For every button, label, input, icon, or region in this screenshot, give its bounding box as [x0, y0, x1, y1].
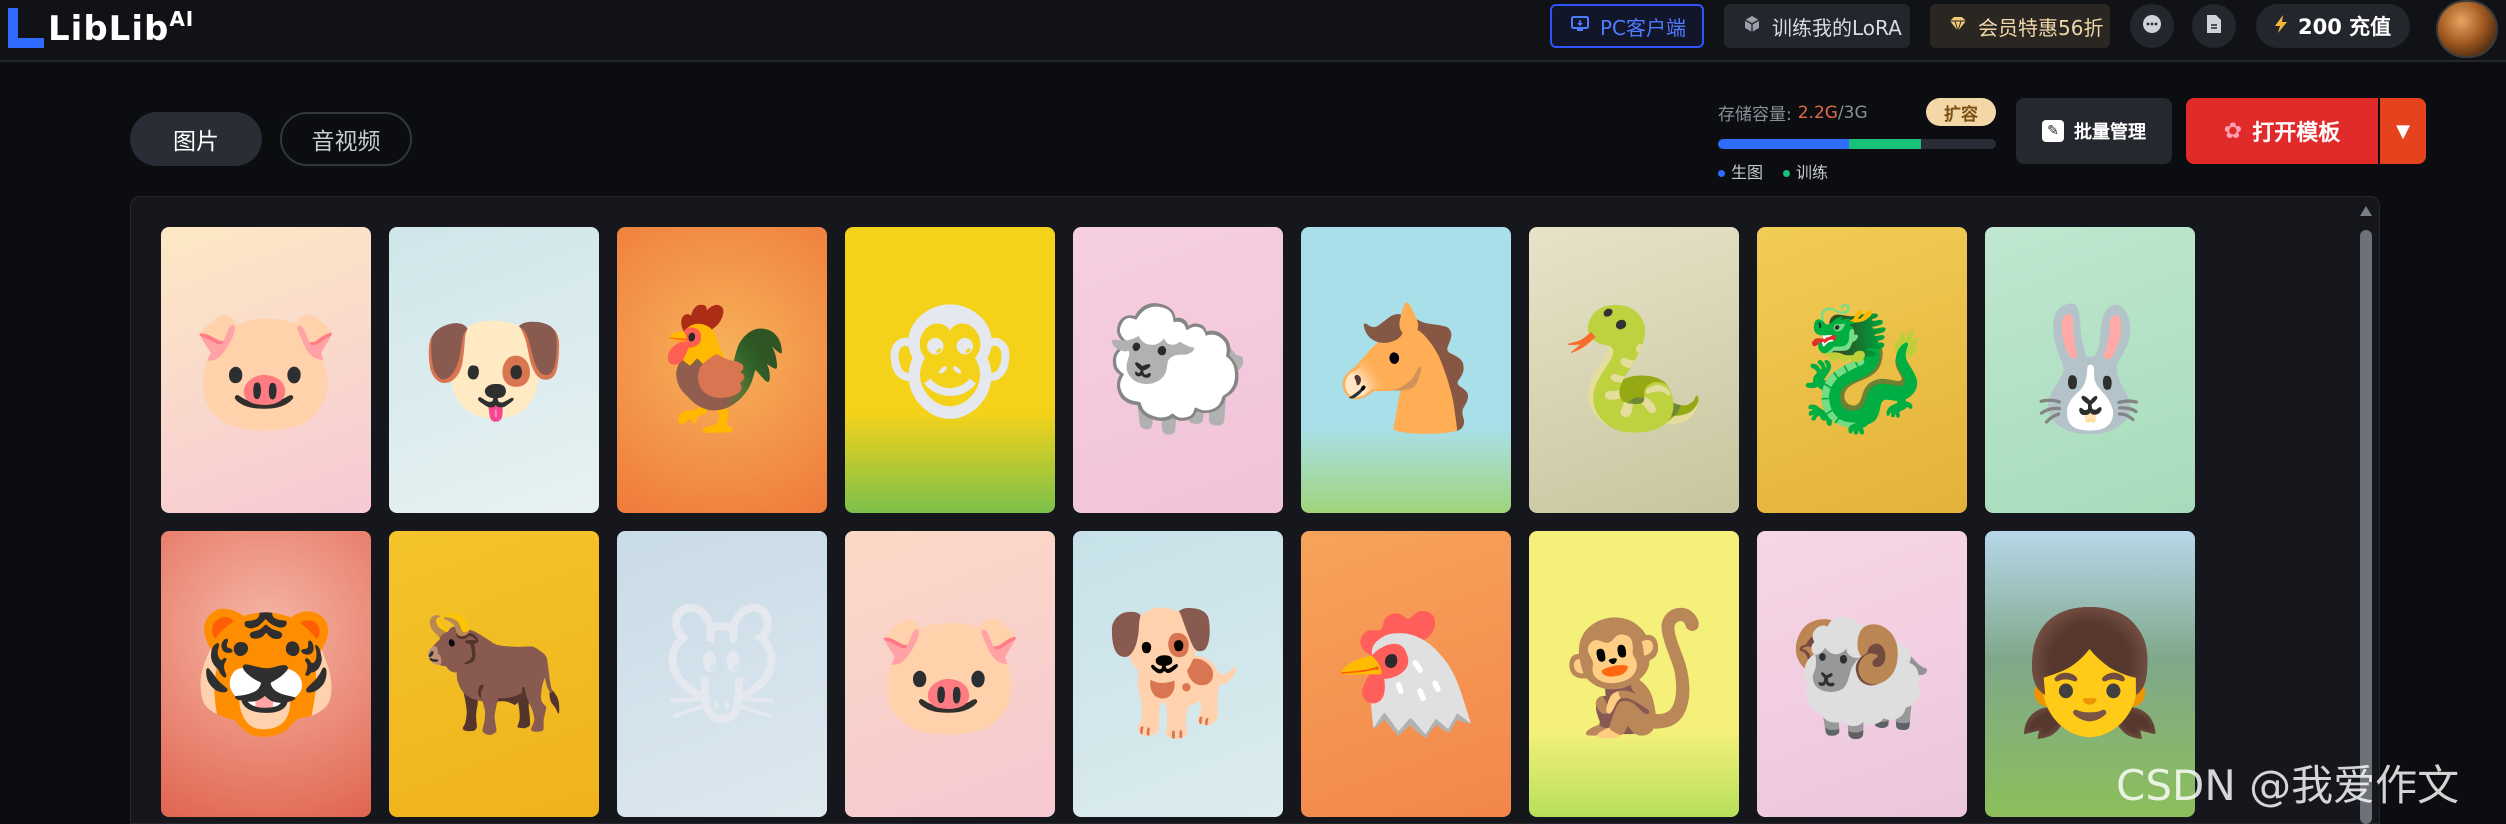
pig-illustration: 🐷 [191, 300, 341, 439]
ox-illustration: 🐂 [419, 604, 569, 743]
gallery-image-rooster[interactable]: 🐓 [617, 227, 827, 513]
storage-train-segment [1848, 139, 1921, 149]
gallery-image-dog-2[interactable]: 🐕 [1073, 531, 1283, 817]
storage-used: 2.2G [1797, 102, 1838, 123]
vip-label: 会员特惠56折 [1978, 15, 2104, 40]
batch-manage-label: 批量管理 [2074, 122, 2146, 143]
logo-mark-icon [4, 6, 44, 50]
train-lora-button[interactable]: 训练我的LoRA [1724, 4, 1910, 48]
pig-2-illustration: 🐷 [875, 604, 1025, 743]
dog-2-illustration: 🐕 [1103, 604, 1253, 743]
top-navigation: LibLibAI PC客户端 训练我的LoRA 会员特惠56折 200 充值 [0, 0, 2506, 62]
dragon-illustration: 🐉 [1787, 300, 1937, 439]
legend-gen: 生图 [1718, 159, 1763, 183]
gallery-image-rat[interactable]: 🐭 [617, 531, 827, 817]
liblib-logo[interactable]: LibLibAI [4, 6, 194, 50]
storage-total: /3G [1837, 102, 1868, 123]
expand-storage-button[interactable]: 扩容 [1926, 98, 1996, 126]
storage-legend: 生图 训练 [1718, 159, 1998, 183]
recharge-label: 200 充值 [2298, 15, 2392, 39]
train-lora-label: 训练我的LoRA [1772, 15, 1902, 40]
batch-manage-button[interactable]: ✎ 批量管理 [2016, 98, 2172, 164]
storage-gen-segment [1718, 139, 1849, 149]
tiger-illustration: 🐯 [191, 604, 341, 743]
gallery-image-rooster-2[interactable]: 🐔 [1301, 531, 1511, 817]
open-template-label: 打开模板 [2252, 121, 2341, 146]
scroll-thumb[interactable] [2360, 230, 2372, 824]
gallery-image-rabbit[interactable]: 🐰 [1985, 227, 2195, 513]
rooster-illustration: 🐓 [647, 300, 797, 439]
gallery-scrollbar[interactable] [2358, 200, 2374, 824]
rooster-2-illustration: 🐔 [1331, 604, 1481, 743]
files-button[interactable] [2192, 4, 2236, 48]
user-avatar[interactable] [2436, 0, 2498, 58]
sheep-illustration: 🐑 [1103, 300, 1253, 439]
tab-images[interactable]: 图片 [130, 112, 262, 166]
horse-illustration: 🐴 [1331, 300, 1481, 439]
snake-illustration: 🐍 [1559, 300, 1709, 439]
gallery-image-tiger[interactable]: 🐯 [161, 531, 371, 817]
watermark-text: CSDN @我爱作文 [2116, 761, 2460, 810]
legend-train: 训练 [1783, 159, 1828, 183]
dog-illustration: 🐶 [419, 300, 569, 439]
folder-icon [2204, 13, 2224, 40]
girl-with-dog-illustration: 👧 [2015, 604, 2165, 743]
caret-down-icon: ▼ [2396, 120, 2410, 142]
vip-discount-button[interactable]: 会员特惠56折 [1930, 4, 2110, 48]
logo-text: LibLibAI [48, 7, 195, 49]
monitor-icon [1570, 14, 1590, 39]
rat-illustration: 🐭 [659, 604, 785, 743]
scroll-up-arrow-icon[interactable] [2360, 206, 2372, 216]
gallery-image-pig[interactable]: 🐷 [161, 227, 371, 513]
storage-progress-bar [1718, 139, 1996, 149]
cube-icon [1742, 14, 1762, 39]
open-template-button[interactable]: ✿ 打开模板 [2186, 98, 2378, 164]
gallery-image-monkey-2[interactable]: 🐒 [1529, 531, 1739, 817]
diamond-icon [1948, 14, 1968, 38]
recharge-button[interactable]: 200 充值 [2256, 4, 2410, 48]
gallery-image-snake[interactable]: 🐍 [1529, 227, 1739, 513]
sheep-2-illustration: 🐏 [1787, 604, 1937, 743]
gallery-image-sheep-2[interactable]: 🐏 [1757, 531, 1967, 817]
chat-bubble-icon [2141, 13, 2163, 40]
edit-icon: ✎ [2042, 120, 2064, 142]
storage-label: 存储容量: [1718, 105, 1792, 125]
tab-audio-video[interactable]: 音视频 [280, 112, 412, 166]
open-template-dropdown[interactable]: ▼ [2380, 98, 2426, 164]
gallery-image-sheep[interactable]: 🐑 [1073, 227, 1283, 513]
gallery-image-dragon[interactable]: 🐉 [1757, 227, 1967, 513]
pc-client-button[interactable]: PC客户端 [1550, 4, 1704, 48]
rabbit-illustration: 🐰 [2015, 300, 2165, 439]
messages-button[interactable] [2130, 4, 2174, 48]
flower-icon: ✿ [2223, 118, 2243, 144]
lightning-icon [2274, 14, 2288, 39]
gallery-image-dog[interactable]: 🐶 [389, 227, 599, 513]
gallery-image-ox[interactable]: 🐂 [389, 531, 599, 817]
gallery-image-monkey[interactable]: 🐵 [845, 227, 1055, 513]
monkey-2-illustration: 🐒 [1559, 604, 1709, 743]
gallery-image-horse[interactable]: 🐴 [1301, 227, 1511, 513]
pc-client-label: PC客户端 [1600, 15, 1687, 40]
gallery-image-pig-2[interactable]: 🐷 [845, 531, 1055, 817]
monkey-illustration: 🐵 [880, 300, 1020, 439]
image-gallery: 🐷 🐶 🐓 🐵 🐑 🐴 🐍 🐉 🐰 🐯 🐂 🐭 🐷 🐕 🐔 🐒 🐏 👧 [130, 196, 2380, 824]
storage-panel: 存储容量: 2.2G /3G 扩容 生图 训练 [1718, 98, 1998, 183]
